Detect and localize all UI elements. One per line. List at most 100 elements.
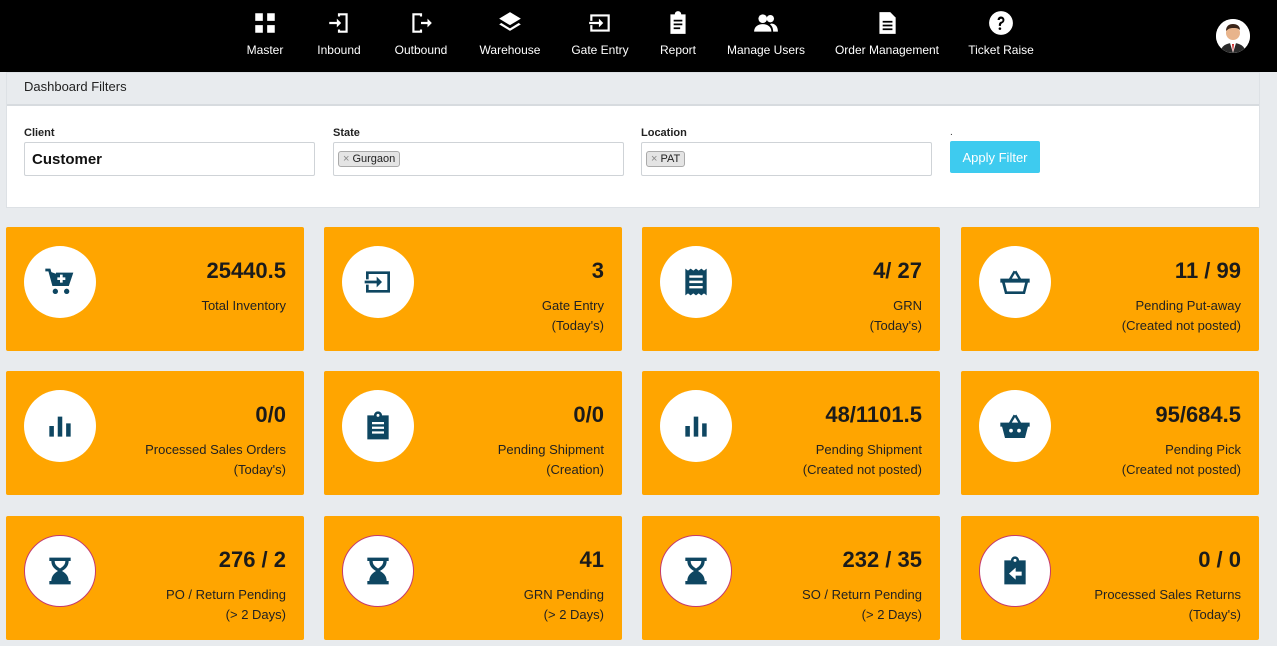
state-tag-text: Gurgaon <box>352 153 396 165</box>
nav-order-management-label: Order Management <box>834 43 940 57</box>
nav-manage-users[interactable]: Manage Users <box>727 0 805 72</box>
user-avatar[interactable] <box>1216 19 1250 53</box>
card-value: 232 / 35 <box>842 547 922 572</box>
card-label-line1: SO / Return Pending <box>802 587 922 602</box>
nav-master-label: Master <box>246 43 284 57</box>
card-label-line2: (Created not posted) <box>1121 462 1241 477</box>
hourglass-icon <box>367 557 389 585</box>
inbound-icon <box>329 13 348 33</box>
client-label: Client <box>24 127 55 139</box>
nav-inbound[interactable]: Inbound <box>314 0 364 72</box>
location-tag: × PAT <box>646 151 686 167</box>
clipboard-list-icon <box>367 411 389 440</box>
card-value: 48/1101.5 <box>825 402 922 427</box>
card-label-line2: (Created not posted) <box>1121 318 1241 333</box>
basket-icon <box>1000 270 1030 294</box>
layers-icon <box>499 12 521 31</box>
nav-gate-entry-label: Gate Entry <box>571 43 629 57</box>
card-label: GRN Pending (> 2 Days) <box>524 585 604 625</box>
top-navbar: Master Inbound Outbound Warehouse Gate E… <box>0 0 1277 72</box>
card-grn[interactable]: 4/ 27 GRN (Today's) <box>642 227 940 351</box>
card-value: 25440.5 <box>206 258 286 283</box>
card-label: PO / Return Pending (> 2 Days) <box>166 585 286 625</box>
card-label-line2: (> 2 Days) <box>861 607 922 622</box>
card-label-line1: Gate Entry <box>541 298 604 313</box>
card-processed-sales-orders[interactable]: 0/0 Processed Sales Orders (Today's) <box>6 371 304 495</box>
help-icon <box>989 11 1013 35</box>
card-label-line1: Processed Sales Returns <box>1094 587 1241 602</box>
filters-title: Dashboard Filters <box>7 73 1259 106</box>
dashboard-filters: Dashboard Filters Client Customer State … <box>6 72 1260 208</box>
card-value: 0/0 <box>573 402 604 427</box>
card-so-return-pending[interactable]: 232 / 35 SO / Return Pending (> 2 Days) <box>642 516 940 640</box>
hourglass-icon <box>685 557 707 585</box>
shopping-basket-icon <box>1000 414 1030 438</box>
outbound-icon <box>412 13 432 33</box>
card-label-line1: GRN <box>893 298 922 313</box>
state-filter: State × Gurgaon <box>333 127 624 176</box>
card-total-inventory[interactable]: 25440.5 Total Inventory <box>6 227 304 351</box>
bar-chart-icon <box>685 416 707 437</box>
card-pending-pick[interactable]: 95/684.5 Pending Pick (Created not posted… <box>961 371 1259 495</box>
card-label: Total Inventory <box>201 296 286 316</box>
nav-report[interactable]: Report <box>658 0 698 72</box>
return-clipboard-icon <box>1004 556 1026 585</box>
card-label-line2: (Created not posted) <box>802 462 922 477</box>
card-value: 0 / 0 <box>1198 547 1241 572</box>
apply-label-dot: . <box>950 127 953 138</box>
card-label: Pending Shipment (Created not posted) <box>803 440 922 480</box>
card-processed-sales-returns[interactable]: 0 / 0 Processed Sales Returns (Today's) <box>961 516 1259 640</box>
nav-order-management[interactable]: Order Management <box>835 0 939 72</box>
clipboard-icon <box>670 11 686 34</box>
card-pending-shipment-creation[interactable]: 0/0 Pending Shipment (Creation) <box>324 371 622 495</box>
card-po-return-pending[interactable]: 276 / 2 PO / Return Pending (> 2 Days) <box>6 516 304 640</box>
card-value: 3 <box>591 258 604 283</box>
card-value: 95/684.5 <box>1155 402 1241 427</box>
card-label: Processed Sales Returns (Today's) <box>1094 585 1241 625</box>
client-input[interactable]: Customer <box>24 142 315 176</box>
master-icon <box>255 13 275 33</box>
document-icon <box>879 12 896 34</box>
card-label: SO / Return Pending (> 2 Days) <box>802 585 922 625</box>
card-label-line1: GRN Pending <box>523 587 604 602</box>
card-label-line1: Processed Sales Orders <box>145 442 286 457</box>
hourglass-icon <box>49 557 71 585</box>
nav-ticket-raise-label: Ticket Raise <box>968 43 1034 57</box>
card-label: Gate Entry (Today's) <box>542 296 604 336</box>
nav-outbound[interactable]: Outbound <box>393 0 449 72</box>
card-label-line2: (> 2 Days) <box>225 607 286 622</box>
gate-entry-icon <box>589 14 610 32</box>
nav-warehouse[interactable]: Warehouse <box>479 0 541 72</box>
remove-tag-icon[interactable]: × <box>343 153 349 165</box>
nav-ticket-raise[interactable]: Ticket Raise <box>968 0 1034 72</box>
card-label-line1: PO / Return Pending <box>166 587 286 602</box>
nav-master[interactable]: Master <box>245 0 285 72</box>
card-label-line1: Total Inventory <box>201 298 286 313</box>
nav-gate-entry[interactable]: Gate Entry <box>571 0 629 72</box>
cart-plus-icon <box>45 268 74 294</box>
card-grn-pending[interactable]: 41 GRN Pending (> 2 Days) <box>324 516 622 640</box>
card-label: Pending Pick (Created not posted) <box>1122 440 1241 480</box>
nav-inbound-label: Inbound <box>317 43 361 57</box>
client-filter: Client Customer <box>24 127 315 176</box>
state-select[interactable]: × Gurgaon <box>333 142 624 176</box>
card-gate-entry[interactable]: 3 Gate Entry (Today's) <box>324 227 622 351</box>
card-value: 11 / 99 <box>1174 258 1241 283</box>
card-label-line1: Pending Shipment <box>497 442 604 457</box>
location-filter: Location × PAT <box>641 127 932 176</box>
apply-filter-button[interactable]: Apply Filter <box>950 141 1040 173</box>
card-label: Pending Put-away (Created not posted) <box>1122 296 1241 336</box>
location-select[interactable]: × PAT <box>641 142 932 176</box>
card-label-line2: (Creation) <box>546 462 604 477</box>
card-value: 276 / 2 <box>218 547 286 572</box>
card-pending-put-away[interactable]: 11 / 99 Pending Put-away (Created not pos… <box>961 227 1259 351</box>
receipt-icon <box>685 268 707 296</box>
bar-chart-icon <box>49 416 71 437</box>
card-value: 0/0 <box>255 402 286 427</box>
card-label-line2: (Today's) <box>551 318 604 333</box>
card-label-line2: (Today's) <box>869 318 922 333</box>
remove-tag-icon[interactable]: × <box>651 153 657 165</box>
location-label: Location <box>641 127 687 139</box>
nav-outbound-label: Outbound <box>394 43 448 57</box>
card-pending-shipment-not-posted[interactable]: 48/1101.5 Pending Shipment (Created not p… <box>642 371 940 495</box>
